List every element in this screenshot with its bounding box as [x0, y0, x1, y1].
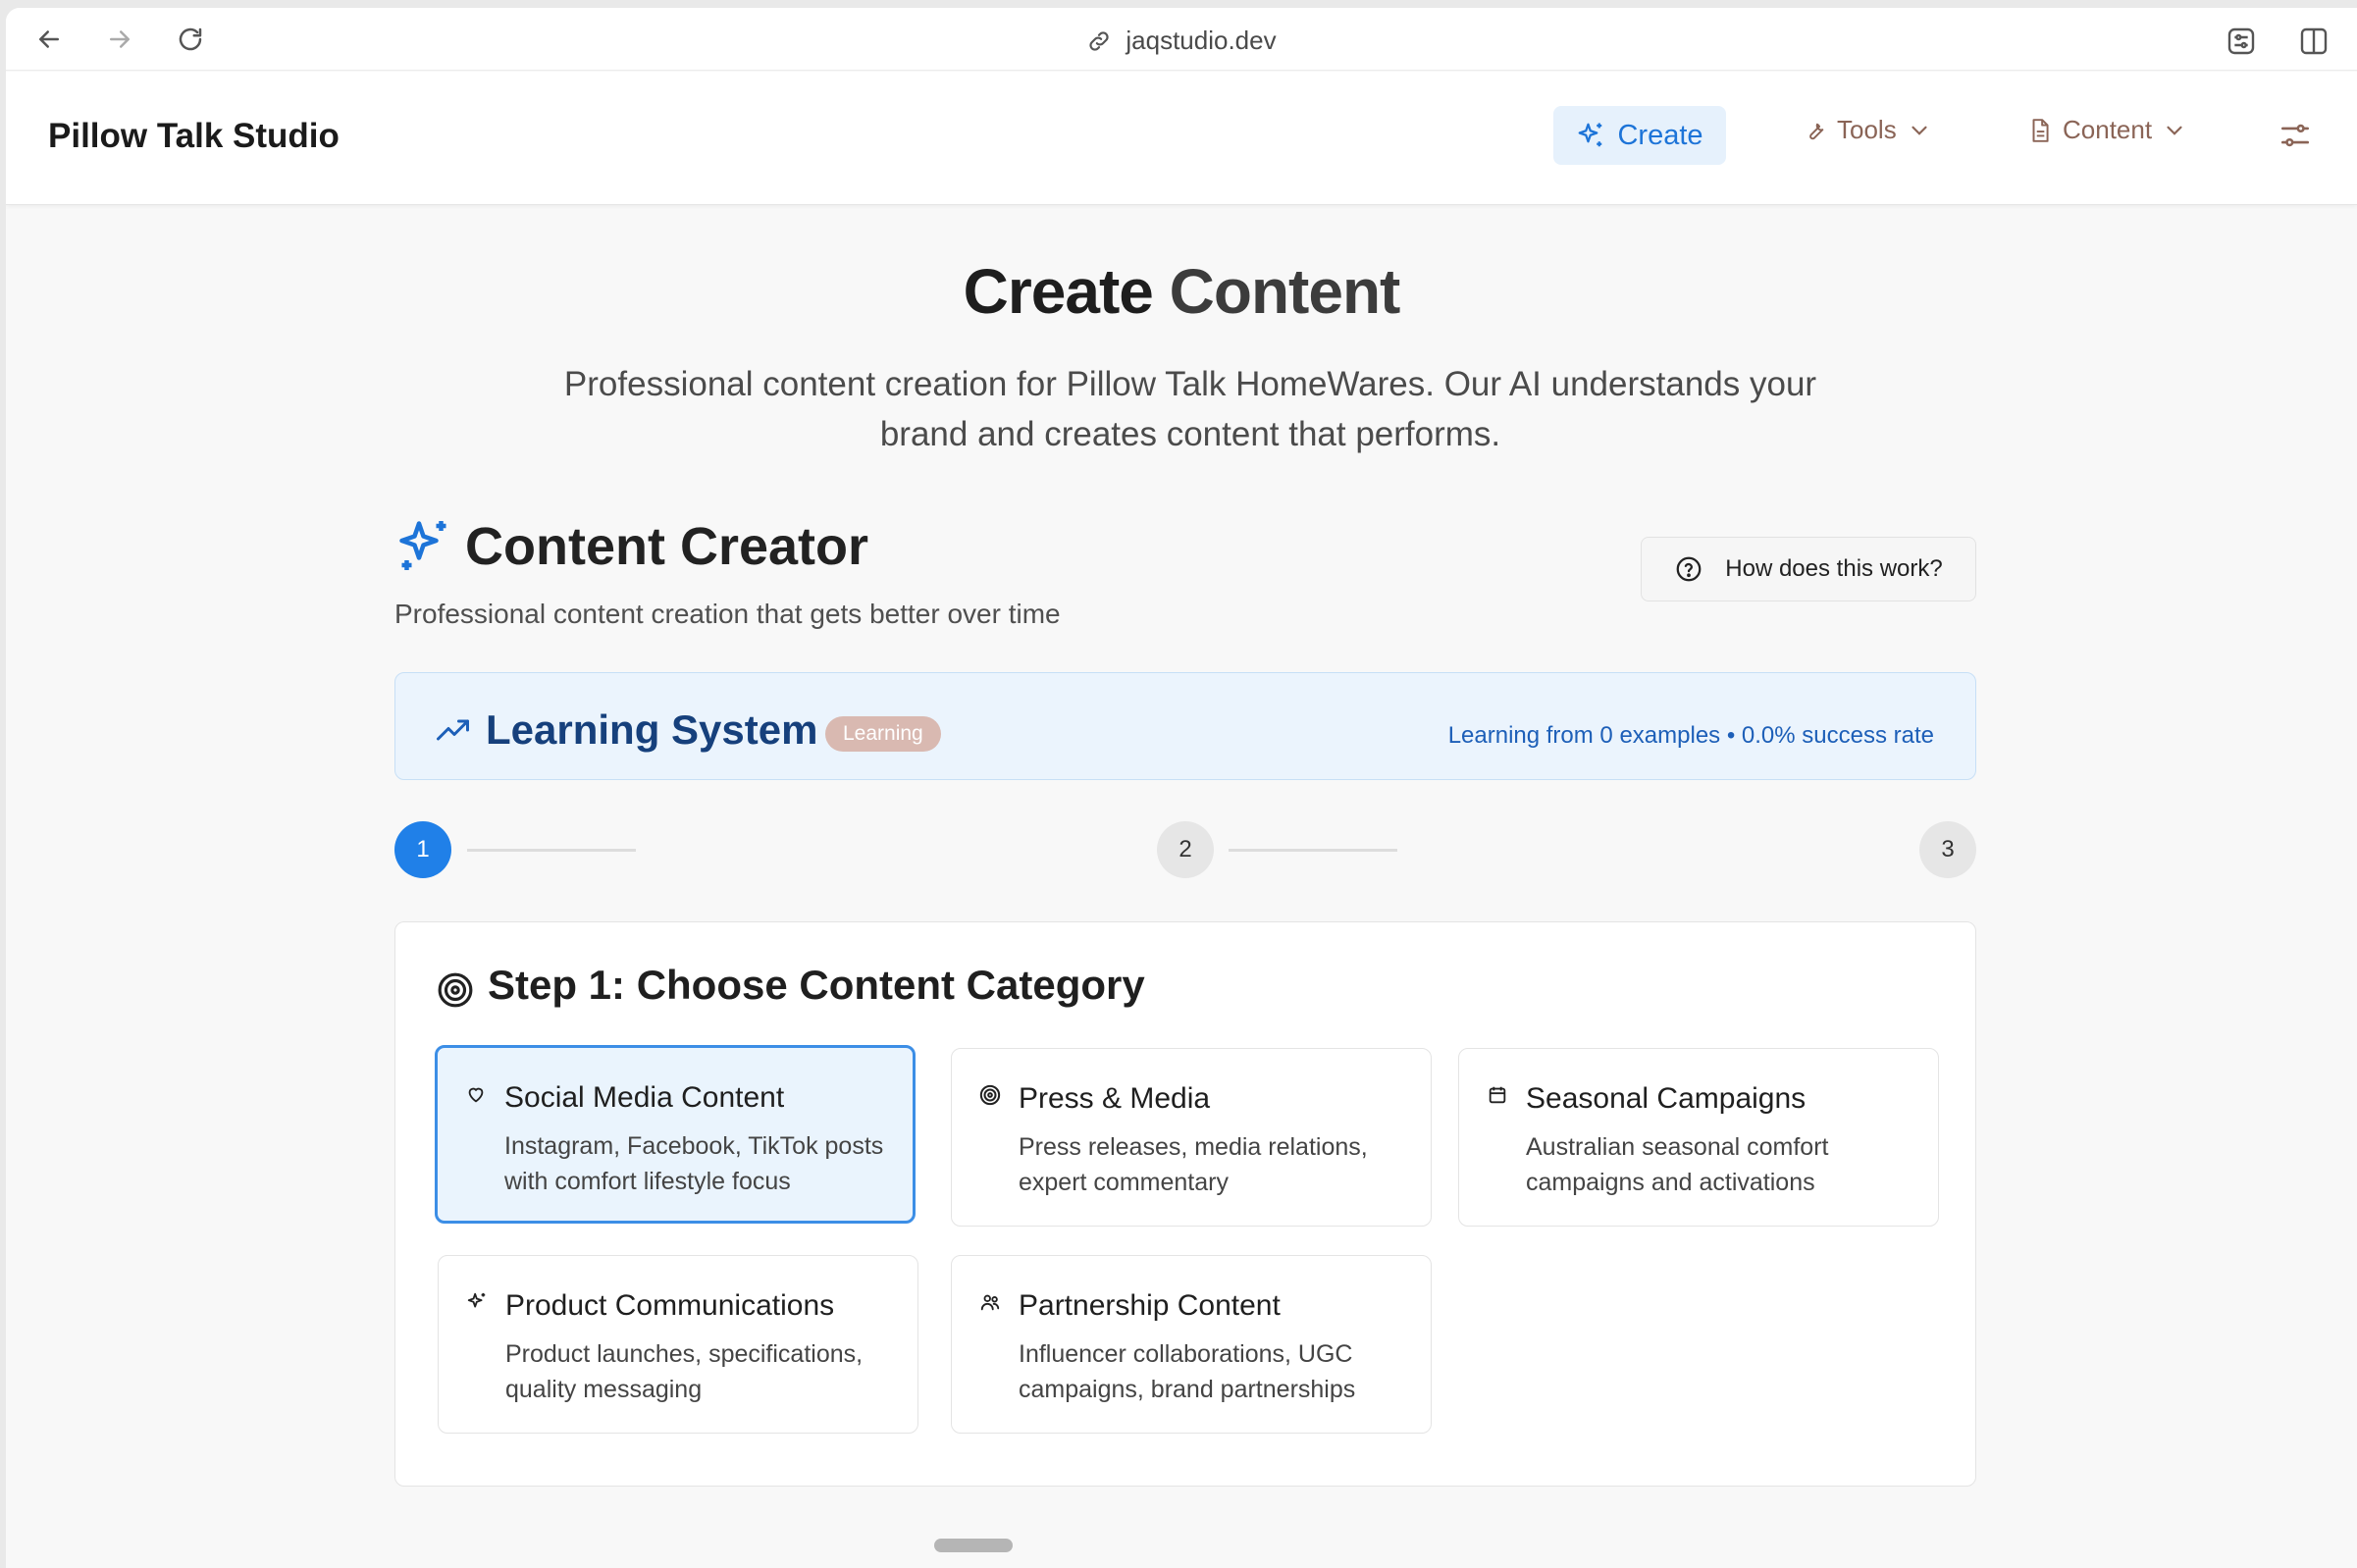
sparkles-icon [467, 1292, 486, 1308]
category-option-partnership[interactable]: Partnership Content Influencer collabora… [951, 1255, 1432, 1434]
section-title: Content Creator [465, 517, 869, 576]
step-connector [467, 849, 636, 852]
link-icon [1089, 30, 1109, 51]
trending-up-icon [437, 719, 469, 741]
category-option-social-media[interactable]: Social Media Content Instagram, Facebook… [435, 1045, 916, 1224]
how-does-this-work-button[interactable]: How does this work? [1641, 537, 1976, 601]
option-title: Product Communications [505, 1289, 835, 1322]
nav-tools-menu[interactable]: Tools [1802, 115, 1932, 145]
nav-content-menu[interactable]: Content [2027, 115, 2187, 145]
page-subtitle: Professional content creation for Pillow… [563, 365, 1817, 453]
app-header: Pillow Talk Studio Create Tools Content [6, 72, 2357, 205]
page-title: Create Content [6, 255, 2357, 328]
help-circle-icon [1676, 556, 1702, 582]
target-icon [979, 1084, 1001, 1106]
learning-title: Learning System [486, 706, 818, 753]
browser-toolbar: jaqstudio.dev [6, 8, 2357, 71]
nav-create-label: Create [1617, 119, 1703, 151]
learning-system-panel: Learning System Learning Learning from 0… [394, 672, 1976, 780]
category-option-product[interactable]: Product Communications Product launches,… [438, 1255, 918, 1434]
option-title: Partnership Content [1019, 1289, 1281, 1322]
sparkles-icon [1579, 123, 1602, 147]
document-icon [2032, 118, 2049, 142]
learning-status-badge: Learning [825, 716, 941, 752]
category-option-press-media[interactable]: Press & Media Press releases, media rela… [951, 1048, 1432, 1227]
sparkles-icon [399, 521, 446, 570]
heart-icon [468, 1087, 484, 1103]
category-step-card: Step 1: Choose Content Category Social M… [394, 921, 1976, 1487]
nav-content-label: Content [2063, 115, 2153, 144]
option-description: Australian seasonal comfort campaigns an… [1526, 1133, 1829, 1196]
option-description: Product launches, specifications, qualit… [505, 1340, 864, 1403]
page-title-part2: Content [1169, 256, 1401, 327]
nav-create-button[interactable]: Create [1553, 106, 1726, 165]
browser-window: jaqstudio.dev Pillow Talk Studio Create … [6, 8, 2357, 1568]
address-bar[interactable]: jaqstudio.dev [6, 26, 2357, 56]
page-title-part1: Create [963, 256, 1154, 327]
url-text: jaqstudio.dev [1126, 26, 1277, 55]
how-button-label: How does this work? [1725, 555, 1943, 582]
option-description: Influencer collaborations, UGC campaigns… [1019, 1340, 1356, 1403]
option-title: Press & Media [1019, 1082, 1211, 1115]
sidebar-toggle-icon[interactable] [2298, 26, 2330, 57]
learning-stats: Learning from 0 examples • 0.0% success … [1447, 722, 1934, 749]
step-title: Step 1: Choose Content Category [488, 962, 1145, 1008]
category-option-seasonal[interactable]: Seasonal Campaigns Australian seasonal c… [1458, 1048, 1939, 1227]
extensions-icon[interactable] [2226, 26, 2257, 57]
step-connector [1229, 849, 1397, 852]
nav-tools-label: Tools [1837, 115, 1897, 144]
option-description: Press releases, media relations, expert … [1019, 1133, 1368, 1196]
option-description: Instagram, Facebook, TikTok posts with c… [504, 1132, 884, 1195]
brand-name[interactable]: Pillow Talk Studio [48, 117, 340, 156]
wrench-icon [1809, 123, 1824, 139]
users-icon [980, 1294, 1000, 1311]
target-icon [438, 972, 473, 1008]
option-title: Seasonal Campaigns [1526, 1082, 1807, 1115]
step-2-indicator[interactable]: 2 [1157, 821, 1214, 878]
chevron-down-icon [2167, 126, 2182, 135]
option-title: Social Media Content [504, 1081, 785, 1114]
chevron-down-icon [1912, 126, 1927, 135]
calendar-icon [1489, 1086, 1506, 1104]
section-subtitle: Professional content creation that gets … [394, 599, 1061, 629]
settings-sliders-icon[interactable] [2278, 119, 2312, 152]
step-1-indicator[interactable]: 1 [394, 821, 451, 878]
step-3-indicator[interactable]: 3 [1919, 821, 1976, 878]
scroll-handle[interactable] [934, 1539, 1013, 1552]
